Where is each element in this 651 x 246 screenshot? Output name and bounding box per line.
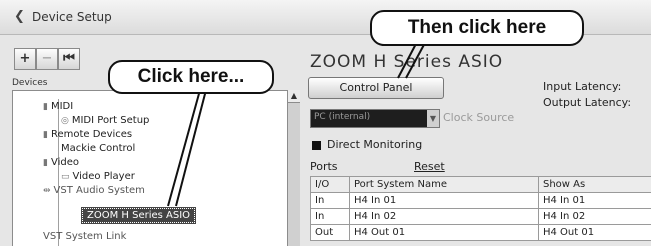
device-setup-window: ❮ Device Setup + − ⏮ Devices ▮ MIDI ◎ MIDI… (0, 0, 651, 246)
callout-pointer-line (175, 89, 207, 207)
callout-pointer-line (405, 40, 427, 79)
then-click-here-callout: Then click here (370, 10, 584, 46)
click-here-callout: Click here... (108, 60, 274, 94)
callout-pointer-line (167, 89, 201, 207)
